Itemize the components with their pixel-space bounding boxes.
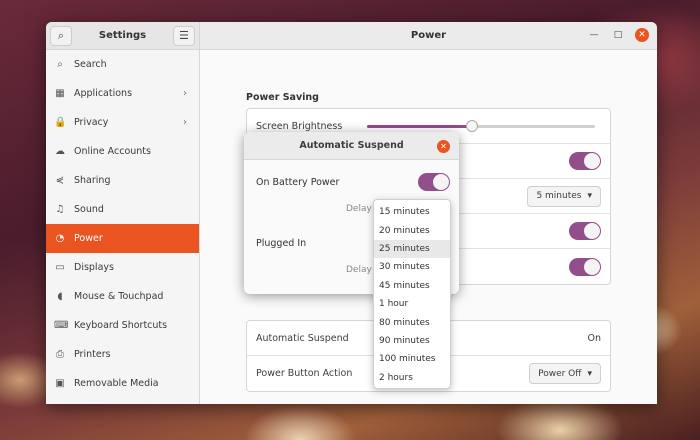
- search-icon: ⌕: [57, 28, 65, 42]
- sidebar-item-keyboard-shortcuts[interactable]: ⌨ Keyboard Shortcuts: [46, 311, 199, 340]
- title-bar: ⌕ Settings ☰ Power — □ ✕: [46, 22, 657, 50]
- delay-option[interactable]: 30 minutes: [374, 258, 450, 276]
- sidebar-item-label: Online Accounts: [74, 146, 151, 157]
- sidebar-item-label: Displays: [74, 262, 114, 273]
- sidebar-item-label: Sharing: [74, 175, 111, 186]
- power-button-dropdown[interactable]: Power Off ▾: [529, 363, 601, 384]
- maximize-icon[interactable]: □: [611, 28, 625, 42]
- hamburger-menu-icon: ☰: [179, 29, 189, 42]
- delay-option[interactable]: 80 minutes: [374, 313, 450, 331]
- sidebar-item-displays[interactable]: ▭ Displays: [46, 253, 199, 282]
- media-icon: ▣: [55, 378, 65, 389]
- power-button-label: Power Button Action: [256, 368, 353, 379]
- display-icon: ▭: [55, 262, 65, 273]
- dialog-title-bar: Automatic Suspend ✕: [244, 132, 459, 160]
- sidebar: ⌕ Search ▦ Applications › 🔒 Privacy › ☁ Online Ac…: [46, 50, 200, 404]
- search-button[interactable]: ⌕: [50, 25, 72, 46]
- sidebar-item-label: Search: [74, 59, 107, 70]
- battery-power-label: On Battery Power: [256, 177, 340, 188]
- sidebar-item-label: Power: [74, 233, 103, 244]
- plugged-delay-label: Delay: [346, 265, 372, 275]
- privacy-lock-icon: 🔒: [54, 117, 67, 128]
- settings-title: Settings: [98, 30, 147, 41]
- delay-option[interactable]: 90 minutes: [374, 332, 450, 350]
- dropdown-arrow-icon: ▾: [587, 368, 592, 379]
- delay-option[interactable]: 20 minutes: [374, 221, 450, 239]
- delay-option[interactable]: 1 hour: [374, 295, 450, 313]
- printer-icon: ⎙: [56, 349, 64, 360]
- main-header: Power — □ ✕: [200, 22, 657, 49]
- plugged-in-label: Plugged In: [256, 238, 307, 249]
- close-icon[interactable]: ✕: [635, 28, 649, 42]
- sidebar-item-sound[interactable]: ♫ Sound: [46, 195, 199, 224]
- battery-suspend-toggle[interactable]: [418, 173, 450, 191]
- mouse-icon: ◖: [57, 291, 63, 302]
- delay-options-popup: 15 minutes 20 minutes 25 minutes 30 minutes…: [373, 199, 451, 389]
- dialog-title: Automatic Suspend: [299, 140, 404, 151]
- dialog-close-icon[interactable]: ✕: [437, 140, 450, 153]
- sidebar-item-label: Privacy: [74, 117, 109, 128]
- power-saving-heading: Power Saving: [246, 92, 319, 103]
- keyboard-icon: ⌨: [54, 320, 69, 331]
- sidebar-item-label: Keyboard Shortcuts: [74, 320, 168, 331]
- automatic-suspend-label: Automatic Suspend: [256, 332, 349, 344]
- brightness-slider-knob[interactable]: [465, 120, 478, 132]
- page-title: Power: [410, 30, 447, 41]
- wifi-toggle[interactable]: [569, 222, 601, 240]
- sidebar-item-label: Printers: [74, 349, 111, 360]
- chevron-right-icon: ›: [183, 117, 187, 128]
- sidebar-item-privacy[interactable]: 🔒 Privacy ›: [46, 108, 199, 137]
- power-icon: ◔: [55, 233, 65, 244]
- sidebar-item-label: Mouse & Touchpad: [74, 291, 164, 302]
- chevron-right-icon: ›: [183, 88, 187, 99]
- delay-option[interactable]: 25 minutes: [374, 239, 450, 259]
- dim-screen-toggle[interactable]: [569, 152, 601, 170]
- cloud-icon: ☁: [55, 146, 65, 157]
- music-note-icon: ♫: [55, 204, 65, 215]
- brightness-slider[interactable]: [367, 120, 595, 132]
- sidebar-item-sharing[interactable]: ⋞ Sharing: [46, 166, 199, 195]
- minimize-icon[interactable]: —: [587, 28, 601, 42]
- sidebar-header: ⌕ Settings ☰: [46, 22, 200, 49]
- sidebar-item-printers[interactable]: ⎙ Printers: [46, 340, 199, 369]
- sidebar-item-removable-media[interactable]: ▣ Removable Media: [46, 369, 199, 398]
- sidebar-item-mouse-touchpad[interactable]: ◖ Mouse & Touchpad: [46, 282, 199, 311]
- menu-button[interactable]: ☰: [172, 25, 195, 46]
- dropdown-arrow-icon: ▾: [587, 191, 592, 201]
- sidebar-item-label: Applications: [74, 88, 133, 99]
- brightness-label: Screen Brightness: [256, 120, 343, 132]
- sidebar-item-applications[interactable]: ▦ Applications ›: [46, 79, 199, 108]
- share-icon: ⋞: [55, 175, 65, 186]
- sidebar-item-search[interactable]: ⌕ Search: [46, 50, 199, 79]
- delay-option[interactable]: 2 hours: [374, 369, 450, 387]
- power-button-value: Power Off: [538, 368, 582, 379]
- sidebar-item-label: Sound: [74, 204, 104, 215]
- search-icon: ⌕: [57, 59, 63, 70]
- sidebar-item-power[interactable]: ◔ Power: [46, 224, 199, 253]
- blank-screen-value: 5 minutes: [536, 191, 582, 201]
- sidebar-item-online-accounts[interactable]: ☁ Online Accounts: [46, 137, 199, 166]
- battery-delay-label: Delay: [346, 204, 372, 214]
- bluetooth-toggle[interactable]: [569, 257, 601, 276]
- delay-option[interactable]: 100 minutes: [374, 350, 450, 368]
- applications-icon: ▦: [55, 88, 65, 99]
- delay-option[interactable]: 15 minutes: [374, 203, 450, 221]
- sidebar-item-label: Removable Media: [74, 378, 159, 389]
- brightness-slider-fill: [367, 125, 472, 128]
- delay-option[interactable]: 45 minutes: [374, 277, 450, 295]
- automatic-suspend-value: On: [587, 332, 602, 344]
- blank-screen-dropdown[interactable]: 5 minutes ▾: [527, 185, 601, 207]
